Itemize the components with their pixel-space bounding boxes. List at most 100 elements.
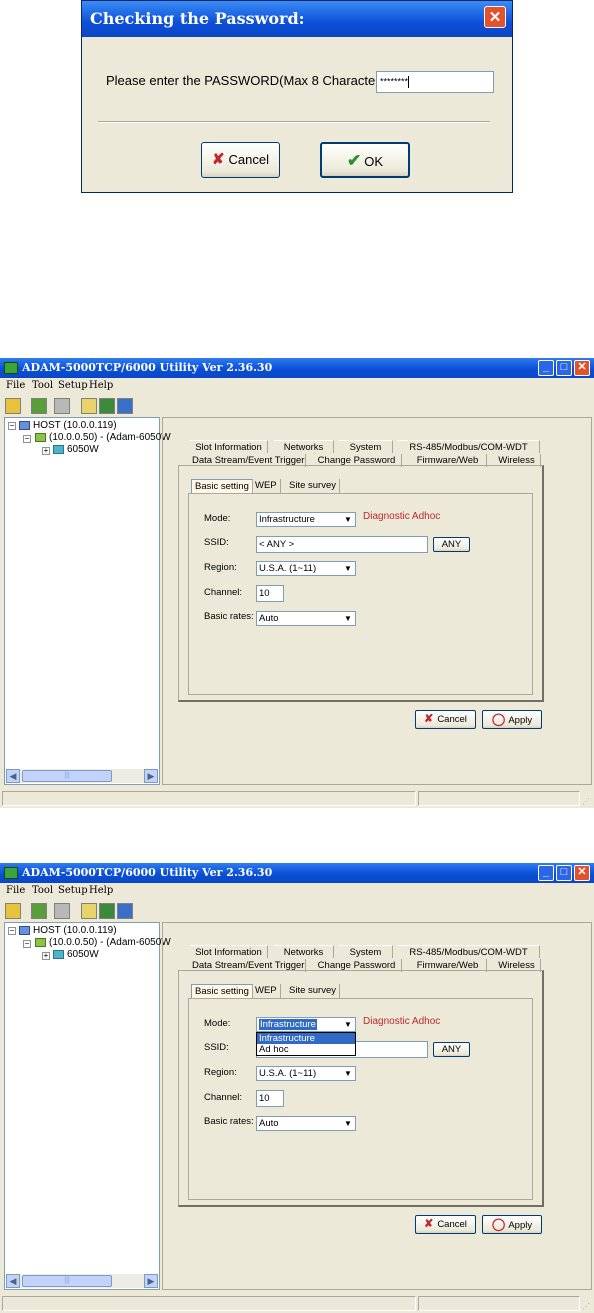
- monitor-icon[interactable]: [99, 903, 115, 919]
- maximize-icon[interactable]: □: [556, 865, 572, 881]
- subtab-1[interactable]: WEP: [252, 479, 281, 493]
- device-icon: [53, 445, 64, 454]
- network-icon[interactable]: [117, 903, 133, 919]
- subtab-2[interactable]: Site survey: [286, 479, 340, 493]
- tab-3[interactable]: RS-485/Modbus/COM-WDT: [398, 440, 540, 453]
- diagnostic-adhoc-link[interactable]: Diagnostic Adhoc: [363, 511, 440, 522]
- cancel-button[interactable]: ✘ Cancel: [201, 142, 280, 178]
- region-select[interactable]: U.S.A. (1~11) ▼: [256, 561, 356, 576]
- basic-rates-value: Auto: [259, 1118, 279, 1129]
- mode-value: Infrastructure: [259, 1019, 317, 1030]
- utility-window: ADAM-5000TCP/6000 Utility Ver 2.36.30 _ □ ✕…: [0, 863, 594, 1313]
- apply-ring-icon: ◯: [491, 712, 506, 726]
- subtab-2[interactable]: Site survey: [286, 984, 340, 998]
- chevron-down-icon[interactable]: ▼: [342, 1068, 354, 1079]
- mode-select[interactable]: Infrastructure ▼: [256, 1017, 356, 1032]
- basic-rates-select[interactable]: Auto ▼: [256, 611, 356, 626]
- close-icon[interactable]: ✕: [574, 865, 590, 881]
- tab-0[interactable]: Slot Information: [190, 945, 268, 958]
- mode-option[interactable]: Ad hoc: [257, 1044, 355, 1055]
- menu-file[interactable]: File: [6, 380, 25, 391]
- collapse-icon[interactable]: −: [23, 940, 31, 948]
- any-button[interactable]: ANY: [433, 537, 470, 552]
- tab-1[interactable]: Networks: [274, 945, 334, 958]
- chevron-down-icon[interactable]: ▼: [342, 563, 354, 574]
- maximize-icon[interactable]: □: [556, 360, 572, 376]
- open-folder-icon[interactable]: [81, 398, 97, 414]
- tree-item-device[interactable]: 6050W: [67, 949, 99, 960]
- tree-item-module[interactable]: (10.0.0.50) - (Adam-6050W: [49, 937, 171, 948]
- ok-button[interactable]: ✔ OK: [320, 142, 410, 178]
- toolbar: [0, 395, 594, 417]
- ssid-input[interactable]: < ANY >: [256, 536, 428, 553]
- chevron-down-icon[interactable]: ▼: [342, 613, 354, 624]
- diagnostic-adhoc-link[interactable]: Diagnostic Adhoc: [363, 1016, 440, 1027]
- menu-setup[interactable]: Setup: [58, 380, 88, 391]
- collapse-icon[interactable]: −: [8, 422, 16, 430]
- tree-item-module[interactable]: (10.0.0.50) - (Adam-6050W: [49, 432, 171, 443]
- open-folder-icon[interactable]: [81, 903, 97, 919]
- scroll-left-icon[interactable]: ◀: [6, 1274, 20, 1288]
- scroll-thumb[interactable]: |||: [22, 770, 112, 782]
- scroll-left-icon[interactable]: ◀: [6, 769, 20, 783]
- tree-item-device[interactable]: 6050W: [67, 444, 99, 455]
- tree-item-host[interactable]: HOST (10.0.0.119): [33, 420, 117, 431]
- tab-0[interactable]: Slot Information: [190, 440, 268, 453]
- password-input[interactable]: ********: [376, 71, 494, 93]
- tab-2[interactable]: System: [339, 945, 393, 958]
- scroll-thumb[interactable]: |||: [22, 1275, 112, 1287]
- cancel-button[interactable]: ✘ Cancel: [415, 710, 476, 729]
- menu-help[interactable]: Help: [89, 380, 113, 391]
- subtab-1[interactable]: WEP: [252, 984, 281, 998]
- menu-help[interactable]: Help: [89, 885, 113, 896]
- tree-item-host[interactable]: HOST (10.0.0.119): [33, 925, 117, 936]
- horizontal-scrollbar[interactable]: ◀ ||| ▶: [6, 1274, 158, 1288]
- cancel-x-icon: ✘: [424, 1218, 434, 1230]
- menu-tool[interactable]: Tool: [32, 380, 53, 391]
- minimize-icon[interactable]: _: [538, 865, 554, 881]
- search-device-icon[interactable]: [31, 398, 47, 414]
- collapse-icon[interactable]: −: [8, 927, 16, 935]
- exit-icon[interactable]: [5, 398, 21, 414]
- chevron-down-icon[interactable]: ▼: [342, 1019, 354, 1030]
- mode-select[interactable]: Infrastructure ▼: [256, 512, 356, 527]
- disabled-tool-icon[interactable]: [54, 398, 70, 414]
- close-icon[interactable]: ✕: [574, 360, 590, 376]
- channel-input[interactable]: 10: [256, 1090, 284, 1107]
- cancel-button[interactable]: ✘ Cancel: [415, 1215, 476, 1234]
- apply-button[interactable]: ◯ Apply: [482, 1215, 542, 1234]
- resize-grip-icon[interactable]: ⋰: [582, 1302, 592, 1312]
- exit-icon[interactable]: [5, 903, 21, 919]
- basic-rates-select[interactable]: Auto ▼: [256, 1116, 356, 1131]
- mode-option[interactable]: Infrastructure: [257, 1033, 355, 1044]
- menu-file[interactable]: File: [6, 885, 25, 896]
- cancel-x-icon: ✘: [424, 713, 434, 725]
- minimize-icon[interactable]: _: [538, 360, 554, 376]
- monitor-icon[interactable]: [99, 398, 115, 414]
- channel-input[interactable]: 10: [256, 585, 284, 602]
- collapse-icon[interactable]: −: [23, 435, 31, 443]
- apply-button[interactable]: ◯ Apply: [482, 710, 542, 729]
- tab-2[interactable]: System: [339, 440, 393, 453]
- device-icon: [53, 950, 64, 959]
- chevron-down-icon[interactable]: ▼: [342, 514, 354, 525]
- expand-icon[interactable]: +: [42, 447, 50, 455]
- any-button[interactable]: ANY: [433, 1042, 470, 1057]
- network-icon[interactable]: [117, 398, 133, 414]
- menu-setup[interactable]: Setup: [58, 885, 88, 896]
- tab-3[interactable]: RS-485/Modbus/COM-WDT: [398, 945, 540, 958]
- tab-1[interactable]: Networks: [274, 440, 334, 453]
- menu-tool[interactable]: Tool: [32, 885, 53, 896]
- chevron-down-icon[interactable]: ▼: [342, 1118, 354, 1129]
- close-icon[interactable]: ✕: [484, 6, 506, 28]
- search-device-icon[interactable]: [31, 903, 47, 919]
- expand-icon[interactable]: +: [42, 952, 50, 960]
- scroll-right-icon[interactable]: ▶: [144, 1274, 158, 1288]
- scroll-right-icon[interactable]: ▶: [144, 769, 158, 783]
- disabled-tool-icon[interactable]: [54, 903, 70, 919]
- region-select[interactable]: U.S.A. (1~11) ▼: [256, 1066, 356, 1081]
- subtab-0[interactable]: Basic setting: [191, 984, 253, 999]
- subtab-0[interactable]: Basic setting: [191, 479, 253, 494]
- resize-grip-icon[interactable]: ⋰: [582, 797, 592, 807]
- horizontal-scrollbar[interactable]: ◀ ||| ▶: [6, 769, 158, 783]
